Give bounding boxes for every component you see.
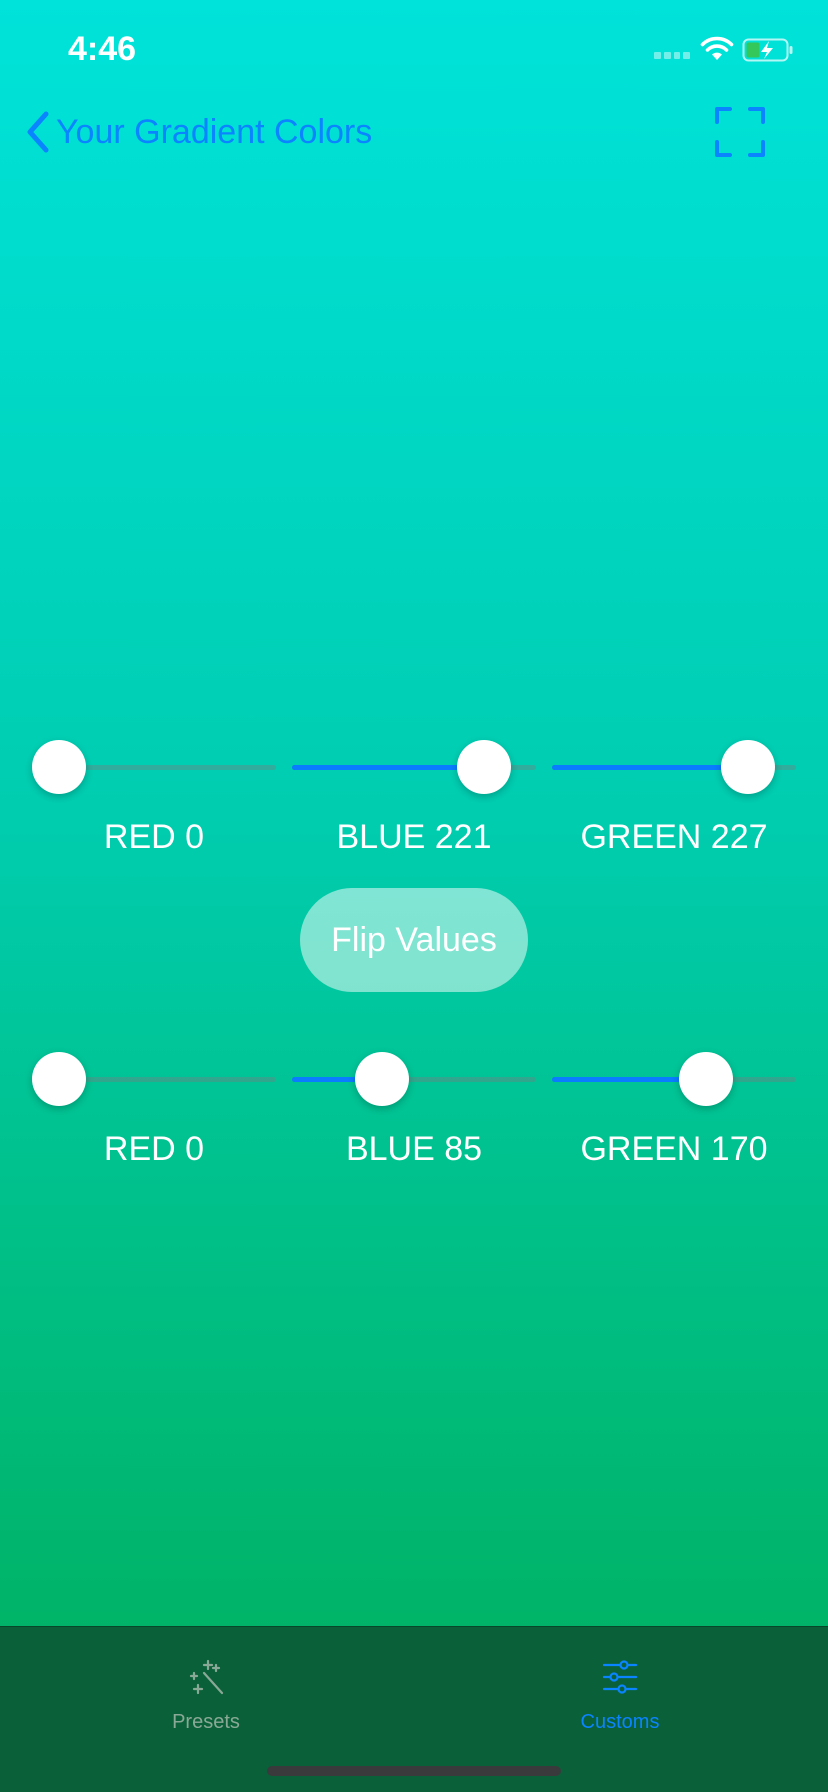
bottom-red-label: RED 0 — [103, 1130, 205, 1168]
top-red-label: RED 0 — [103, 818, 205, 856]
slider-thumb[interactable] — [678, 1052, 733, 1106]
tab-customs-label: Customs — [580, 1711, 660, 1733]
bottom-green-label: GREEN 170 — [580, 1130, 768, 1168]
bottom-color-sliders: RED 0 BLUE 85 GREEN 170 — [0, 1052, 828, 1172]
magic-wand-icon — [189, 1659, 224, 1695]
back-button-label: Your Gradient Colors — [56, 112, 373, 151]
top-green-label: GREEN 227 — [580, 818, 768, 856]
bottom-blue-label: BLUE 85 — [345, 1130, 483, 1168]
tab-presets[interactable]: Presets — [106, 1643, 306, 1753]
battery-charging-icon — [742, 38, 793, 62]
chevron-left-icon — [27, 111, 49, 153]
top-red-slider[interactable] — [32, 740, 276, 794]
bottom-green-slider[interactable] — [552, 1052, 796, 1106]
wifi-icon — [700, 36, 734, 60]
status-time: 4:46 — [68, 30, 137, 68]
sliders-icon — [602, 1660, 638, 1694]
slider-thumb[interactable] — [32, 1052, 86, 1106]
home-indicator — [267, 1766, 561, 1776]
top-blue-label: BLUE 221 — [336, 818, 492, 856]
slider-thumb[interactable] — [32, 740, 86, 794]
status-bar: 4:46 — [0, 0, 828, 100]
slider-thumb[interactable] — [456, 740, 511, 794]
top-blue-slider[interactable] — [292, 740, 536, 794]
slider-fill — [552, 765, 749, 770]
slider-thumb[interactable] — [355, 1052, 410, 1106]
tab-presets-label: Presets — [172, 1711, 240, 1733]
top-color-sliders: RED 0 BLUE 221 GREEN 227 — [0, 740, 828, 860]
tab-customs[interactable]: Customs — [520, 1643, 720, 1753]
back-button[interactable]: Your Gradient Colors — [22, 108, 372, 156]
fullscreen-icon[interactable] — [714, 106, 766, 158]
bottom-blue-slider[interactable] — [292, 1052, 536, 1106]
top-green-slider[interactable] — [552, 740, 796, 794]
screen: 4:46 Your Gradient Colors RED 0 BLUE 221… — [0, 0, 828, 1792]
slider-fill — [292, 765, 484, 770]
flip-values-button[interactable]: Flip Values — [300, 888, 528, 992]
cellular-signal-icon — [654, 52, 690, 62]
bottom-red-slider[interactable] — [32, 1052, 276, 1106]
slider-thumb[interactable] — [721, 740, 776, 794]
